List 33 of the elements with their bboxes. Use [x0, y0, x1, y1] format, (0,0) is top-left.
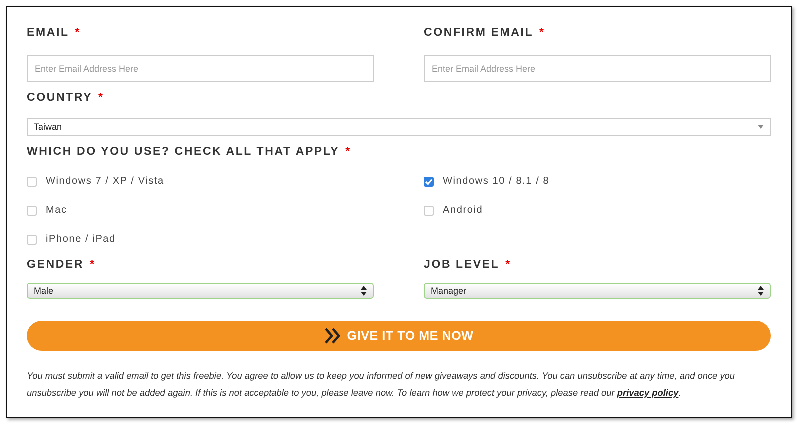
checkbox-label: Android — [443, 205, 484, 216]
dropdown[interactable]: Taiwan — [27, 118, 771, 136]
checkbox-label: Windows 10 / 8.1 / 8 — [443, 176, 550, 187]
field-label: JOB LEVEL — [424, 259, 500, 271]
required-marker: * — [346, 146, 350, 158]
email-field[interactable]: Enter Email Address Here — [27, 55, 374, 82]
field-label: EMAIL — [27, 27, 70, 39]
dropdown-arrow-icon — [758, 125, 764, 129]
privacy-policy-link[interactable]: privacy policy — [617, 388, 679, 398]
checkbox[interactable] — [424, 206, 434, 216]
field-label: WHICH DO YOU USE? CHECK ALL THAT APPLY — [27, 146, 340, 158]
field-label: CONFIRM EMAIL — [424, 27, 534, 39]
checkbox[interactable] — [27, 176, 37, 186]
field-label: COUNTRY — [27, 92, 93, 104]
email-field[interactable]: Enter Email Address Here — [424, 55, 771, 82]
required-marker: * — [90, 259, 94, 271]
checkbox-label: iPhone / iPad — [46, 234, 116, 245]
up-down-arrows-icon — [361, 286, 367, 296]
required-marker: * — [98, 92, 104, 104]
checkbox-label: Windows 7 / XP / Vista — [46, 176, 164, 187]
dropdown[interactable]: Male — [27, 283, 374, 299]
up-down-arrows-icon — [758, 286, 764, 296]
double-chevron-icon — [324, 328, 342, 344]
checkbox[interactable] — [27, 234, 37, 244]
disclaimer-text: You must submit a valid email to get this freebie. You agree to allow us to keep you informed of new giveaways and discounts. You can unsubscribe at any time, and once you unsubscribe you will not be added again. If this is not acceptable to you, please leave now. To learn how we protect your privacy, please read our privacy policy. — [27, 370, 736, 400]
checkbox[interactable] — [424, 176, 434, 186]
required-marker: * — [506, 259, 510, 271]
field-label: GENDER — [27, 259, 84, 271]
required-marker: * — [540, 27, 544, 39]
checkbox[interactable] — [27, 206, 37, 216]
required-marker: * — [75, 27, 80, 39]
checkbox-label: Mac — [46, 205, 68, 216]
dropdown[interactable]: Manager — [424, 283, 771, 299]
